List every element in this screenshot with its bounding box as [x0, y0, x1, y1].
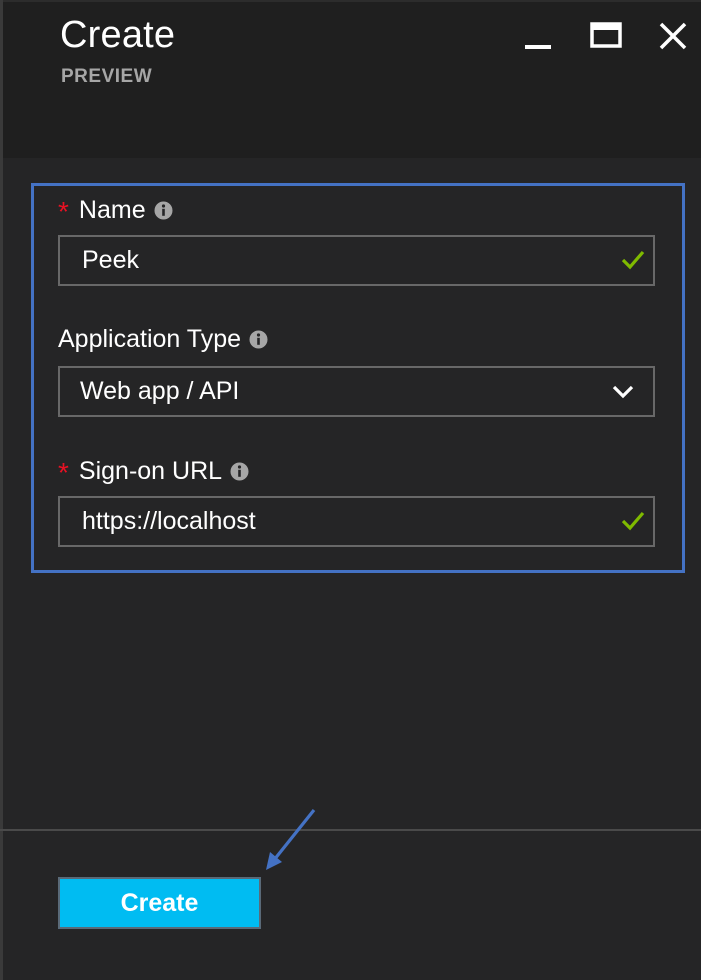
footer-divider [0, 829, 701, 831]
maximize-button[interactable] [586, 16, 626, 56]
create-blade: Create PREVIEW * Name Peek Application T… [0, 0, 701, 980]
minimize-button[interactable] [518, 16, 558, 56]
name-input[interactable]: Peek [58, 235, 655, 286]
application-type-select[interactable]: Web app / API [58, 366, 655, 417]
info-icon[interactable] [230, 462, 249, 481]
required-marker: * [58, 457, 69, 488]
name-label-text: Name [78, 195, 146, 224]
create-button[interactable]: Create [58, 877, 261, 929]
application-type-label-text: Application Type [58, 325, 241, 353]
sign-on-url-input-value: https://localhost [82, 507, 256, 535]
header-top-strip [3, 0, 701, 2]
application-type-selected-value: Web app / API [80, 377, 240, 405]
info-icon[interactable] [249, 330, 268, 349]
close-button[interactable] [653, 16, 693, 56]
sign-on-url-input[interactable]: https://localhost [58, 496, 655, 547]
close-icon [659, 22, 687, 50]
chevron-down-icon [612, 385, 634, 399]
minimize-icon [525, 45, 551, 49]
required-marker: * [58, 196, 69, 227]
maximize-icon [590, 22, 622, 48]
check-icon [621, 250, 645, 270]
name-input-value: Peek [82, 246, 139, 274]
blade-header: Create PREVIEW [0, 0, 701, 158]
sign-on-url-label: * Sign-on URL [58, 455, 249, 488]
name-label: * Name [58, 194, 173, 227]
blade-subtitle: PREVIEW [61, 66, 153, 87]
sign-on-url-label-text: Sign-on URL [78, 456, 223, 485]
info-icon[interactable] [154, 201, 173, 220]
check-icon [621, 511, 645, 531]
application-type-label: Application Type [58, 325, 268, 354]
blade-title: Create [60, 14, 176, 56]
arrow-annotation-icon [266, 809, 316, 870]
